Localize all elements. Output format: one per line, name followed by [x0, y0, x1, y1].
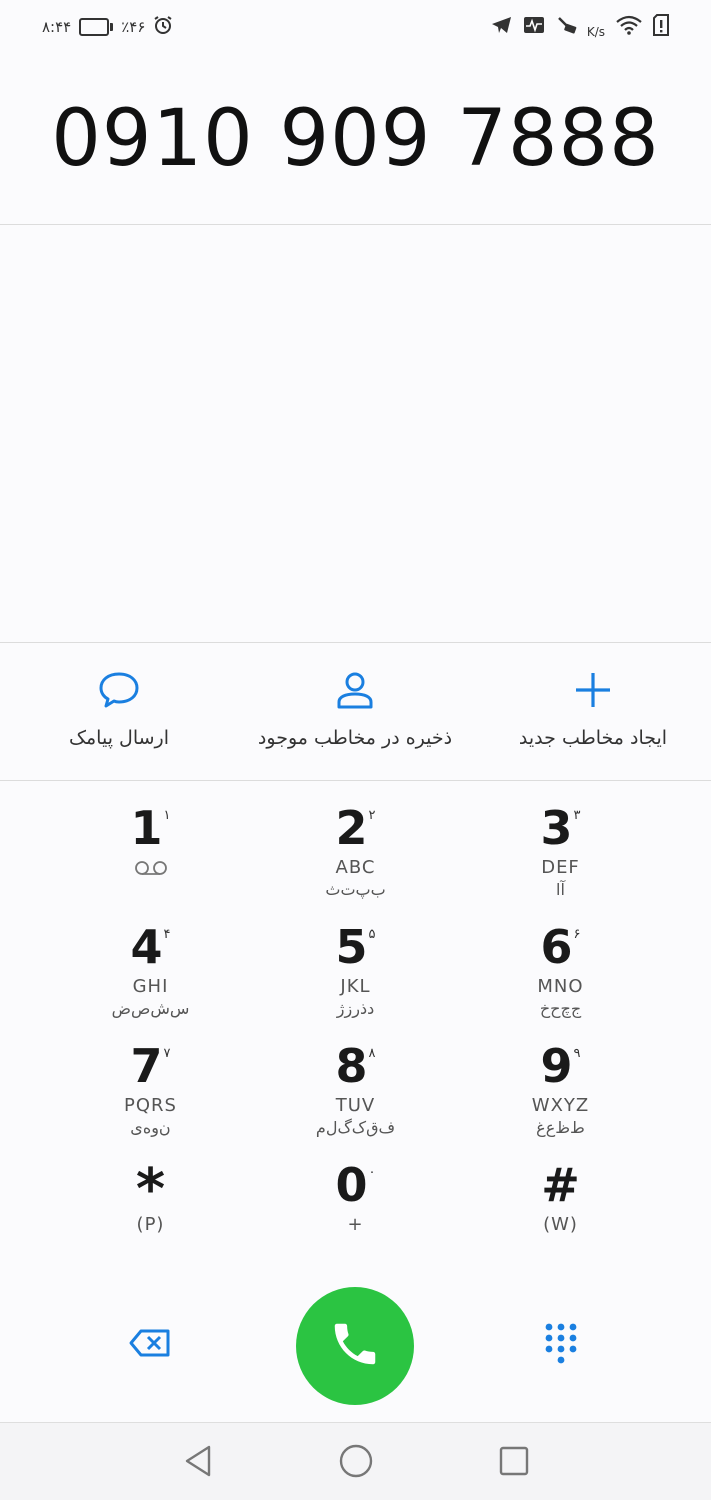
key-letters: PQRS [124, 1095, 177, 1116]
key-digit: * [135, 1157, 166, 1222]
recents-square-icon [498, 1445, 530, 1481]
key-persian-letters: ف‌ق‌ک‌گ‌ل‌م [315, 1118, 396, 1137]
key-persian-letters: آ‌ا [556, 880, 565, 899]
key-letters: ABC [335, 857, 376, 878]
activity-icon [523, 16, 545, 38]
key-digit: 7 [130, 1039, 163, 1093]
send-sms-label: ارسال پیامک [68, 727, 169, 749]
message-bubble-icon [97, 667, 141, 713]
key-persian-digit: ۲ [368, 808, 376, 823]
key-persian-letters: ن‌و‌ه‌ی [130, 1118, 171, 1137]
key-4[interactable]: 4۴ GHI س‌ش‌ص‌ض [48, 921, 253, 1039]
battery-percent: ٪۴۶ [121, 18, 146, 36]
voicemail-icon [134, 860, 168, 880]
navigation-bar [0, 1422, 711, 1500]
key-3[interactable]: 3۳ DEF آ‌ا [458, 802, 663, 920]
key-digit: # [541, 1158, 580, 1212]
key-2[interactable]: 2۲ ABC ب‌پ‌ت‌ث [253, 802, 458, 920]
key-digit: 4 [130, 920, 163, 974]
key-letters: WXYZ [531, 1095, 590, 1116]
key-persian-digit: ۳ [573, 808, 581, 823]
key-digit: 6 [540, 920, 573, 974]
key-persian-digit: ۶ [573, 927, 581, 942]
key-star[interactable]: * (P) [48, 1159, 253, 1277]
status-left: ۸:۴۴ ٪۴۶ [42, 13, 173, 41]
key-persian-digit: ۰ [368, 1165, 376, 1180]
dialpad-icon [543, 1322, 579, 1368]
new-contact-button[interactable]: ایجاد مخاطب جدید [478, 667, 708, 749]
save-existing-contact-button[interactable]: ذخیره در مخاطب موجود [240, 667, 470, 749]
key-letters: MNO [537, 976, 584, 997]
key-6[interactable]: 6۶ MNO ج‌چ‌ح‌خ [458, 921, 663, 1039]
action-row: ارسال پیامک ذخیره در مخاطب موجود ایجاد م… [0, 643, 711, 780]
number-display: 0910 909 7888 [0, 54, 711, 224]
key-persian-letters: س‌ش‌ص‌ض [111, 999, 190, 1018]
vpn-icon [555, 14, 577, 40]
nav-recents-button[interactable] [494, 1443, 534, 1483]
key-letters: (W) [543, 1214, 578, 1235]
key-digit: 2 [335, 801, 368, 855]
person-icon [335, 667, 375, 713]
key-9[interactable]: 9۹ WXYZ ط‌ظ‌ع‌غ [458, 1040, 663, 1158]
key-persian-digit: ۱ [163, 808, 171, 823]
key-digit: 5 [335, 920, 368, 974]
suggestions-area [0, 225, 711, 642]
battery-icon [79, 18, 114, 36]
key-letters: GHI [132, 976, 169, 997]
alarm-icon [153, 15, 173, 39]
save-existing-label: ذخیره در مخاطب موجود [257, 727, 453, 749]
send-sms-button[interactable]: ارسال پیامک [4, 667, 234, 749]
new-contact-label: ایجاد مخاطب جدید [518, 727, 668, 749]
backspace-icon [128, 1328, 172, 1362]
key-letters: JKL [340, 976, 371, 997]
dialpad-toggle-button[interactable] [535, 1319, 587, 1371]
call-controls [0, 1285, 711, 1405]
key-persian-digit: ۷ [163, 1046, 171, 1061]
status-bar: ۸:۴۴ ٪۴۶ K/s [0, 0, 711, 54]
key-persian-digit: ۹ [573, 1046, 581, 1061]
nav-back-button[interactable] [178, 1443, 218, 1483]
key-persian-digit: ۴ [163, 927, 171, 942]
key-digit: 9 [540, 1039, 573, 1093]
key-letters: DEF [541, 857, 580, 878]
call-button[interactable] [296, 1287, 414, 1405]
actions-bottom-divider [0, 780, 711, 781]
key-letters: + [347, 1214, 364, 1235]
nav-home-button[interactable] [336, 1443, 376, 1483]
key-8[interactable]: 8۸ TUV ف‌ق‌ک‌گ‌ل‌م [253, 1040, 458, 1158]
key-7[interactable]: 7۷ PQRS ن‌و‌ه‌ی [48, 1040, 253, 1158]
wifi-icon [615, 15, 643, 39]
key-digit: 1 [130, 801, 163, 855]
key-persian-letters: د‌ذ‌ر‌ز‌ژ [336, 999, 375, 1018]
status-time: ۸:۴۴ [42, 18, 72, 36]
key-persian-letters: ب‌پ‌ت‌ث [325, 880, 386, 899]
key-digit: 8 [335, 1039, 368, 1093]
key-0[interactable]: 0۰ + [253, 1159, 458, 1277]
dialed-number: 0910 909 7888 [51, 94, 660, 184]
phone-icon [328, 1317, 382, 1375]
key-persian-letters: ط‌ظ‌ع‌غ [536, 1118, 585, 1137]
key-persian-digit: ۵ [368, 927, 376, 942]
status-right: K/s [491, 12, 669, 42]
key-digit: 3 [540, 801, 573, 855]
backspace-button[interactable] [120, 1323, 180, 1367]
key-letters: TUV [335, 1095, 376, 1116]
home-circle-icon [338, 1443, 374, 1483]
back-triangle-icon [183, 1444, 213, 1482]
key-5[interactable]: 5۵ JKL د‌ذ‌ر‌ز‌ژ [253, 921, 458, 1039]
key-persian-letters: ج‌چ‌ح‌خ [539, 999, 582, 1018]
plus-icon [573, 667, 613, 713]
key-1[interactable]: 1۱ [48, 802, 253, 920]
key-digit: 0 [335, 1158, 368, 1212]
telegram-icon [491, 15, 513, 39]
key-hash[interactable]: # (W) [458, 1159, 663, 1277]
speed-unit: K/s [586, 25, 605, 39]
sim-alert-icon [653, 14, 669, 40]
key-persian-digit: ۸ [368, 1046, 376, 1061]
